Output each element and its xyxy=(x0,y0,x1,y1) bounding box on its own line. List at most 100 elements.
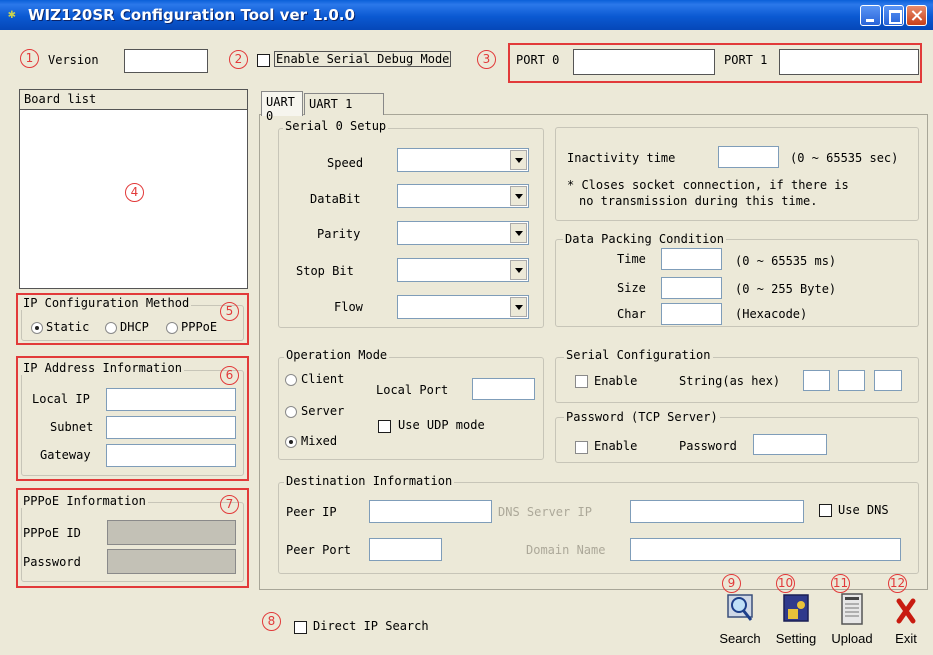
subnet-label: Subnet xyxy=(50,420,94,434)
pppoe-id-field[interactable] xyxy=(107,520,236,545)
password-enable-label[interactable]: Enable xyxy=(594,439,637,453)
maximize-button[interactable] xyxy=(883,5,904,26)
local-ip-label: Local IP xyxy=(32,392,90,406)
databit-select[interactable] xyxy=(397,184,529,208)
inactivity-note-2: no transmission during this time. xyxy=(579,194,818,208)
packing-size-range: (0 ~ 255 Byte) xyxy=(735,282,837,296)
peer-ip-field[interactable] xyxy=(369,500,492,523)
chevron-down-icon[interactable] xyxy=(510,297,527,317)
packing-size-field[interactable] xyxy=(661,277,722,299)
pppoe-radio[interactable] xyxy=(166,322,178,334)
callout-4: 4 xyxy=(125,183,144,202)
udp-mode-checkbox[interactable] xyxy=(378,420,391,433)
chevron-down-icon[interactable] xyxy=(510,150,527,170)
packing-time-field[interactable] xyxy=(661,248,722,270)
dhcp-radio[interactable] xyxy=(105,322,117,334)
callout-12: 12 xyxy=(888,574,907,593)
subnet-field[interactable] xyxy=(106,416,236,439)
setting-button[interactable]: Setting xyxy=(768,593,824,653)
mixed-label[interactable]: Mixed xyxy=(301,434,337,448)
flow-select[interactable] xyxy=(397,295,529,319)
inactivity-field[interactable] xyxy=(718,146,779,168)
port0-field[interactable] xyxy=(573,49,715,75)
flow-label: Flow xyxy=(334,300,363,314)
serial-config-enable-checkbox[interactable] xyxy=(575,375,588,388)
dns-server-field[interactable] xyxy=(630,500,804,523)
server-radio[interactable] xyxy=(285,406,297,418)
tab-uart1[interactable]: UART 1 xyxy=(304,93,384,115)
mixed-radio[interactable] xyxy=(285,436,297,448)
setting-button-label: Setting xyxy=(775,631,817,646)
hex-field-3[interactable] xyxy=(874,370,902,391)
serial-config-enable-label[interactable]: Enable xyxy=(594,374,637,388)
stopbit-select[interactable] xyxy=(397,258,529,282)
direct-ip-checkbox[interactable] xyxy=(294,621,307,634)
packing-char-field[interactable] xyxy=(661,303,722,325)
app-icon: ✱ xyxy=(8,7,16,22)
speed-select[interactable] xyxy=(397,148,529,172)
chevron-down-icon[interactable] xyxy=(510,223,527,243)
close-button[interactable] xyxy=(906,5,927,26)
search-button[interactable]: Search xyxy=(712,593,768,653)
client-label[interactable]: Client xyxy=(301,372,344,386)
use-dns-label[interactable]: Use DNS xyxy=(838,503,889,517)
parity-select[interactable] xyxy=(397,221,529,245)
packing-char-range: (Hexacode) xyxy=(735,307,808,321)
hex-field-2[interactable] xyxy=(838,370,865,391)
packing-size-label: Size xyxy=(617,281,646,295)
debug-mode-checkbox[interactable] xyxy=(257,54,270,67)
client-radio[interactable] xyxy=(285,374,297,386)
minimize-button[interactable] xyxy=(860,5,881,26)
chevron-down-icon[interactable] xyxy=(510,260,527,280)
upload-icon xyxy=(841,593,863,625)
exit-button-label: Exit xyxy=(895,631,917,646)
inactivity-range: (0 ~ 65535 sec) xyxy=(790,151,899,165)
local-port-field[interactable] xyxy=(472,378,535,400)
inactivity-label: Inactivity time xyxy=(567,151,676,165)
hex-field-1[interactable] xyxy=(803,370,830,391)
gateway-label: Gateway xyxy=(40,448,91,462)
password-tcp-title: Password (TCP Server) xyxy=(564,410,720,424)
version-label: Version xyxy=(48,53,99,67)
chevron-down-icon[interactable] xyxy=(510,186,527,206)
pppoe-password-field[interactable] xyxy=(107,549,236,574)
dhcp-label[interactable]: DHCP xyxy=(120,320,149,334)
version-field[interactable] xyxy=(124,49,208,73)
domain-name-field[interactable] xyxy=(630,538,901,561)
password-field[interactable] xyxy=(753,434,827,455)
password-enable-checkbox[interactable] xyxy=(575,441,588,454)
local-ip-field[interactable] xyxy=(106,388,236,411)
exit-button[interactable]: Exit xyxy=(878,593,933,653)
static-label[interactable]: Static xyxy=(46,320,89,334)
domain-name-label: Domain Name xyxy=(526,543,606,557)
static-radio[interactable] xyxy=(31,322,43,334)
setting-icon xyxy=(783,594,809,622)
packing-char-label: Char xyxy=(617,307,646,321)
port1-label: PORT 1 xyxy=(724,53,768,67)
debug-mode-label[interactable]: Enable Serial Debug Mode xyxy=(274,51,452,67)
destination-title: Destination Information xyxy=(284,474,455,488)
direct-ip-label[interactable]: Direct IP Search xyxy=(313,619,429,633)
callout-5: 5 xyxy=(220,302,239,321)
title-bar[interactable]: ✱ WIZ120SR Configuration Tool ver 1.0.0 xyxy=(0,0,933,30)
port1-field[interactable] xyxy=(779,49,919,75)
callout-7: 7 xyxy=(220,495,239,514)
callout-10: 10 xyxy=(776,574,795,593)
peer-port-field[interactable] xyxy=(369,538,442,561)
data-packing-title: Data Packing Condition xyxy=(563,232,726,246)
search-button-label: Search xyxy=(719,631,761,646)
peer-ip-label: Peer IP xyxy=(286,505,337,519)
pppoe-label[interactable]: PPPoE xyxy=(181,320,217,334)
board-list-header: Board list xyxy=(20,90,247,110)
pppoe-id-label: PPPoE ID xyxy=(23,526,81,540)
udp-mode-label[interactable]: Use UDP mode xyxy=(398,418,485,432)
gateway-field[interactable] xyxy=(106,444,236,467)
tab-uart0[interactable]: UART 0 xyxy=(261,91,303,123)
use-dns-checkbox[interactable] xyxy=(819,504,832,517)
string-hex-label: String(as hex) xyxy=(679,374,781,388)
ip-address-title: IP Address Information xyxy=(21,361,184,375)
pppoe-title: PPPoE Information xyxy=(21,494,148,508)
server-label[interactable]: Server xyxy=(301,404,344,418)
upload-button-label: Upload xyxy=(831,631,873,646)
upload-button[interactable]: Upload xyxy=(824,593,880,653)
